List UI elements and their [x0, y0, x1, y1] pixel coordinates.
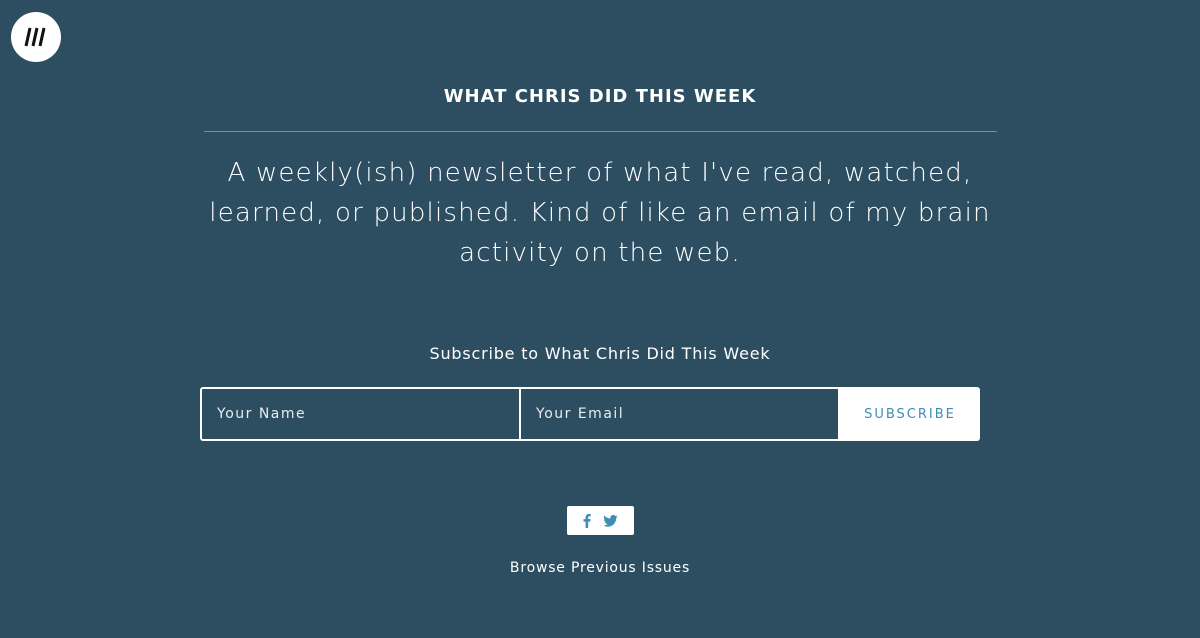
newsletter-description: A weekly(ish) newsletter of what I've re…: [209, 158, 991, 268]
facebook-icon: [583, 513, 591, 528]
site-logo[interactable]: [11, 12, 61, 62]
name-input[interactable]: [200, 387, 521, 441]
triple-slash-logo-icon: [24, 27, 46, 47]
email-input[interactable]: [521, 387, 840, 441]
subscribe-heading: Subscribe to What Chris Did This Week: [429, 344, 771, 363]
subscribe-form: SUBSCRIBE: [200, 387, 980, 441]
title-divider: [204, 131, 997, 132]
newsletter-title: WHAT CHRIS DID THIS WEEK: [443, 86, 757, 107]
facebook-share-button[interactable]: [583, 513, 591, 528]
browse-previous-issues-link[interactable]: Browse Previous Issues: [0, 560, 1200, 576]
twitter-share-button[interactable]: [603, 514, 618, 527]
subscribe-button[interactable]: SUBSCRIBE: [840, 387, 980, 441]
twitter-icon: [603, 514, 618, 527]
share-buttons: [567, 506, 634, 535]
